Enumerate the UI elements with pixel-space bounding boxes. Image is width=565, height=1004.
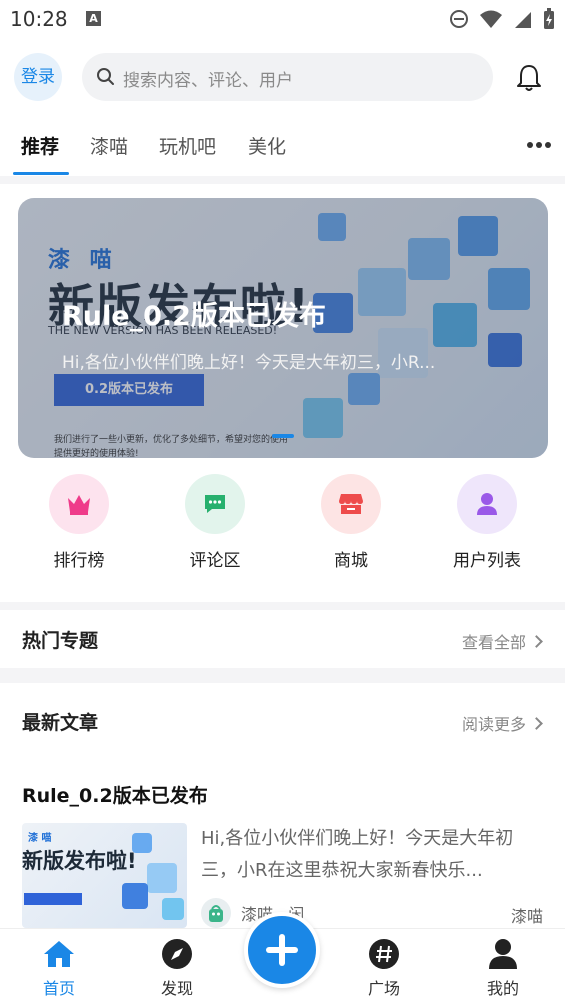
comment-icon bbox=[205, 495, 225, 513]
thumbnail-headline: 新版发布啦! bbox=[22, 849, 137, 873]
search-placeholder: 搜索内容、评论、用户 bbox=[123, 71, 293, 91]
read-more-link[interactable]: 阅读更多 bbox=[461, 711, 543, 735]
banner-overlay-title: Rule_0.2版本已发布 bbox=[62, 301, 326, 332]
quick-link-user-list[interactable]: 用户列表 bbox=[419, 474, 555, 571]
active-tab-indicator bbox=[13, 172, 69, 175]
nav-label: 我的 bbox=[486, 979, 519, 998]
quick-link-label: 评论区 bbox=[189, 551, 241, 571]
thumbnail-brand: 漆 喵 bbox=[28, 833, 52, 844]
profile-icon bbox=[489, 939, 517, 969]
avatar-icon bbox=[209, 905, 223, 922]
nav-label: 发现 bbox=[160, 979, 193, 998]
tab-qimiao[interactable]: 漆喵 bbox=[90, 132, 128, 159]
article-description: Hi,各位小伙伴们晚上好！今天是大年初三，小R在这里恭祝大家新春快乐... bbox=[201, 828, 514, 881]
nav-discover[interactable]: 发现 bbox=[137, 937, 217, 999]
article-title[interactable]: Rule_0.2版本已发布 bbox=[22, 781, 208, 808]
category-tabs: 推荐 漆喵 玩机吧 美化 bbox=[0, 116, 565, 176]
login-button[interactable]: 登录 bbox=[14, 53, 62, 101]
crown-icon bbox=[68, 495, 90, 515]
quick-link-ranking[interactable]: 排行榜 bbox=[11, 474, 147, 571]
view-all-label: 查看全部 bbox=[461, 633, 526, 652]
chevron-right-icon bbox=[530, 635, 543, 648]
nav-square[interactable]: 广场 bbox=[344, 937, 424, 999]
tab-wanjiba[interactable]: 玩机吧 bbox=[159, 132, 216, 159]
tab-beautify[interactable]: 美化 bbox=[248, 132, 286, 159]
search-icon bbox=[97, 68, 114, 85]
quick-link-comments[interactable]: 评论区 bbox=[147, 474, 283, 571]
article-thumbnail[interactable]: 漆 喵 新版发布啦! bbox=[22, 823, 187, 928]
read-more-label: 阅读更多 bbox=[461, 715, 526, 734]
cube-decoration bbox=[122, 883, 148, 909]
notification-a-icon: A bbox=[86, 11, 101, 26]
battery-icon bbox=[544, 8, 554, 29]
hashtag-icon bbox=[369, 939, 399, 969]
thumbnail-badge bbox=[24, 893, 82, 905]
status-icons bbox=[449, 8, 555, 30]
latest-articles-title: 最新文章 bbox=[22, 712, 99, 734]
latest-articles-section: 最新文章 阅读更多 Rule_0.2版本已发布 漆 喵 新版发布啦! Hi,各位… bbox=[0, 683, 565, 928]
banner-carousel[interactable]: 漆 喵 新版发布啦! THE NEW VERSION HAS BEEN RELE… bbox=[18, 198, 548, 458]
chevron-right-icon bbox=[530, 717, 543, 730]
quick-link-label: 排行榜 bbox=[53, 551, 105, 571]
hot-topics-title: 热门专题 bbox=[22, 630, 99, 652]
home-icon bbox=[44, 941, 74, 967]
compass-icon bbox=[162, 939, 192, 969]
article-category[interactable]: 漆喵 bbox=[511, 903, 543, 927]
quick-link-icon-wrap bbox=[321, 474, 381, 534]
quick-link-icon-wrap bbox=[185, 474, 245, 534]
cube-decoration bbox=[162, 898, 184, 920]
cube-decoration bbox=[147, 863, 177, 893]
status-bar: 10:28 A bbox=[0, 0, 565, 38]
quick-link-icon-wrap bbox=[457, 474, 517, 534]
search-input[interactable]: 搜索内容、评论、用户 bbox=[82, 53, 493, 101]
quick-link-shop[interactable]: 商城 bbox=[283, 474, 419, 571]
plus-icon bbox=[266, 934, 298, 966]
quick-link-label: 商城 bbox=[334, 551, 368, 571]
bell-icon[interactable] bbox=[515, 63, 543, 93]
shop-icon bbox=[339, 494, 363, 514]
view-all-link[interactable]: 查看全部 bbox=[461, 629, 543, 653]
tab-recommend[interactable]: 推荐 bbox=[21, 132, 59, 159]
wifi-icon bbox=[480, 10, 502, 28]
banner-overlay-subtitle: Hi,各位小伙伴们晚上好！今天是大年初三，小R... bbox=[62, 353, 436, 373]
quick-link-label: 用户列表 bbox=[453, 551, 521, 571]
top-bar: 登录 搜索内容、评论、用户 bbox=[0, 38, 565, 116]
signal-icon bbox=[515, 12, 531, 28]
nav-home[interactable]: 首页 bbox=[19, 937, 99, 999]
hot-topics-section: 热门专题 查看全部 bbox=[0, 610, 565, 668]
more-icon[interactable] bbox=[527, 142, 551, 148]
user-icon bbox=[477, 493, 497, 515]
dnd-icon bbox=[450, 10, 468, 28]
quick-link-icon-wrap bbox=[49, 474, 109, 534]
home-content: 漆 喵 新版发布啦! THE NEW VERSION HAS BEEN RELE… bbox=[0, 184, 565, 602]
status-time: 10:28 bbox=[10, 7, 68, 31]
nav-label: 广场 bbox=[367, 979, 400, 998]
nav-profile[interactable]: 我的 bbox=[463, 937, 543, 999]
create-post-button[interactable] bbox=[244, 912, 320, 988]
nav-label: 首页 bbox=[42, 979, 75, 998]
author-avatar bbox=[201, 898, 231, 928]
carousel-indicator bbox=[272, 434, 294, 438]
